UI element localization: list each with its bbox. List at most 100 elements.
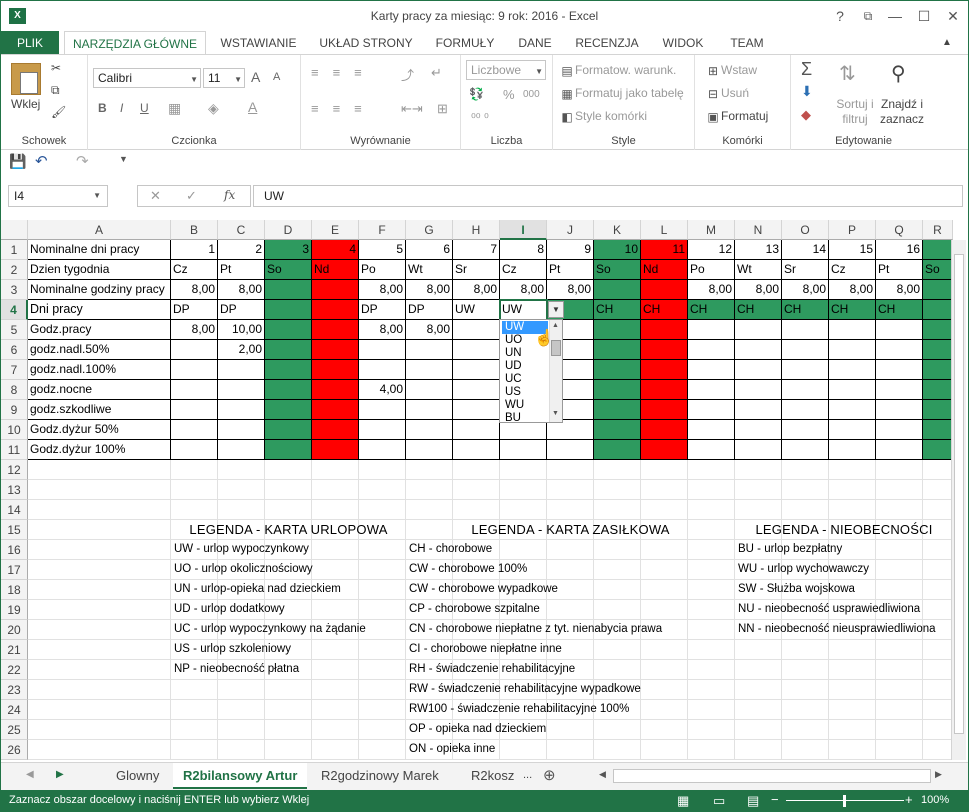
- cell-o26[interactable]: [782, 740, 829, 760]
- indent-icon[interactable]: ⇤⇥: [401, 101, 423, 117]
- cell-h2[interactable]: Sr: [453, 260, 500, 280]
- cell-dropdown-button[interactable]: ▼: [548, 301, 564, 318]
- horizontal-align-icons[interactable]: ≡≡≡: [311, 101, 376, 116]
- column-header-r[interactable]: R: [923, 220, 953, 240]
- cell-r5[interactable]: [923, 320, 953, 340]
- cell-n12[interactable]: [735, 460, 782, 480]
- cell-r7[interactable]: [923, 360, 953, 380]
- cell-m20[interactable]: [688, 620, 735, 640]
- cell-e11[interactable]: [312, 440, 359, 460]
- cell-a8[interactable]: godz.nocne: [28, 380, 171, 400]
- cell-p24[interactable]: [829, 700, 876, 720]
- cell-a25[interactable]: [28, 720, 171, 740]
- cell-o1[interactable]: 14: [782, 240, 829, 260]
- cell-f22[interactable]: [359, 660, 406, 680]
- cell-a4[interactable]: Dni pracy: [28, 300, 171, 320]
- cell-n1[interactable]: 13: [735, 240, 782, 260]
- cell-p7[interactable]: [829, 360, 876, 380]
- sheet-tab-r2kosz[interactable]: R2kosz: [461, 763, 524, 789]
- cell-b23[interactable]: [171, 680, 218, 700]
- cell-n13[interactable]: [735, 480, 782, 500]
- cell-k11[interactable]: [594, 440, 641, 460]
- column-header-k[interactable]: K: [594, 220, 641, 240]
- cell-r25[interactable]: [923, 720, 953, 740]
- cell-m23[interactable]: [688, 680, 735, 700]
- cell-p12[interactable]: [829, 460, 876, 480]
- fill-color-icon[interactable]: ◈: [208, 100, 219, 117]
- cell-f24[interactable]: [359, 700, 406, 720]
- cell-e8[interactable]: [312, 380, 359, 400]
- cell-m26[interactable]: [688, 740, 735, 760]
- cell-k9[interactable]: [594, 400, 641, 420]
- format-painter-icon[interactable]: 🖌: [51, 105, 66, 119]
- row-header-14[interactable]: 14: [1, 500, 28, 520]
- row-header-21[interactable]: 21: [1, 640, 28, 660]
- row-header-13[interactable]: 13: [1, 480, 28, 500]
- row-header-23[interactable]: 23: [1, 680, 28, 700]
- cell-j2[interactable]: Pt: [547, 260, 594, 280]
- row-header-25[interactable]: 25: [1, 720, 28, 740]
- font-size-combo[interactable]: 11 ▼: [203, 68, 245, 88]
- zoom-slider-thumb[interactable]: [843, 795, 846, 807]
- cell-j14[interactable]: [547, 500, 594, 520]
- cell-k6[interactable]: [594, 340, 641, 360]
- cell-o25[interactable]: [782, 720, 829, 740]
- cell-c2[interactable]: Pt: [218, 260, 265, 280]
- cell-g9[interactable]: [406, 400, 453, 420]
- cell-o2[interactable]: Sr: [782, 260, 829, 280]
- cell-k8[interactable]: [594, 380, 641, 400]
- column-header-q[interactable]: Q: [876, 220, 923, 240]
- cell-d26[interactable]: [265, 740, 312, 760]
- cell-h5[interactable]: [453, 320, 500, 340]
- cell-i26[interactable]: [500, 740, 547, 760]
- row-header-7[interactable]: 7: [1, 360, 28, 380]
- cell-n8[interactable]: [735, 380, 782, 400]
- cell-f10[interactable]: [359, 420, 406, 440]
- currency-icon[interactable]: 💱: [469, 87, 484, 101]
- cell-e24[interactable]: [312, 700, 359, 720]
- cell-a16[interactable]: [28, 540, 171, 560]
- cell-p4[interactable]: CH: [829, 300, 876, 320]
- cell-q10[interactable]: [876, 420, 923, 440]
- cell-g4[interactable]: DP: [406, 300, 453, 320]
- cell-j17[interactable]: [547, 560, 594, 580]
- cell-i1[interactable]: 8: [500, 240, 547, 260]
- cell-k17[interactable]: [594, 560, 641, 580]
- cell-c14[interactable]: [218, 500, 265, 520]
- cell-e13[interactable]: [312, 480, 359, 500]
- insert-function-button[interactable]: fx: [224, 188, 235, 202]
- name-box[interactable]: I4 ▼: [8, 185, 108, 207]
- cell-i12[interactable]: [500, 460, 547, 480]
- cell-p21[interactable]: [829, 640, 876, 660]
- cell-l24[interactable]: [641, 700, 688, 720]
- cell-n4[interactable]: CH: [735, 300, 782, 320]
- cell-e2[interactable]: Nd: [312, 260, 359, 280]
- cell-g12[interactable]: [406, 460, 453, 480]
- cell-e17[interactable]: [312, 560, 359, 580]
- cell-m7[interactable]: [688, 360, 735, 380]
- cell-r12[interactable]: [923, 460, 953, 480]
- autosum-icon[interactable]: Σ: [801, 59, 812, 80]
- cell-l10[interactable]: [641, 420, 688, 440]
- cell-f2[interactable]: Po: [359, 260, 406, 280]
- prev-sheet-icon[interactable]: ◀: [26, 769, 34, 780]
- cell-f14[interactable]: [359, 500, 406, 520]
- cell-a26[interactable]: [28, 740, 171, 760]
- cell-f11[interactable]: [359, 440, 406, 460]
- cell-h14[interactable]: [453, 500, 500, 520]
- copy-icon[interactable]: ⧉: [51, 83, 60, 98]
- cell-m16[interactable]: [688, 540, 735, 560]
- column-header-a[interactable]: A: [28, 220, 171, 240]
- cell-c23[interactable]: [218, 680, 265, 700]
- cell-b2[interactable]: Cz: [171, 260, 218, 280]
- cell-r21[interactable]: [923, 640, 953, 660]
- cell-a18[interactable]: [28, 580, 171, 600]
- cell-n23[interactable]: [735, 680, 782, 700]
- dropdown-option[interactable]: UD: [502, 360, 548, 373]
- sheet-tab-glowny[interactable]: Glowny: [106, 763, 169, 789]
- cell-a22[interactable]: [28, 660, 171, 680]
- cell-g10[interactable]: [406, 420, 453, 440]
- horizontal-scrollbar[interactable]: [613, 769, 931, 783]
- cell-h7[interactable]: [453, 360, 500, 380]
- cell-m25[interactable]: [688, 720, 735, 740]
